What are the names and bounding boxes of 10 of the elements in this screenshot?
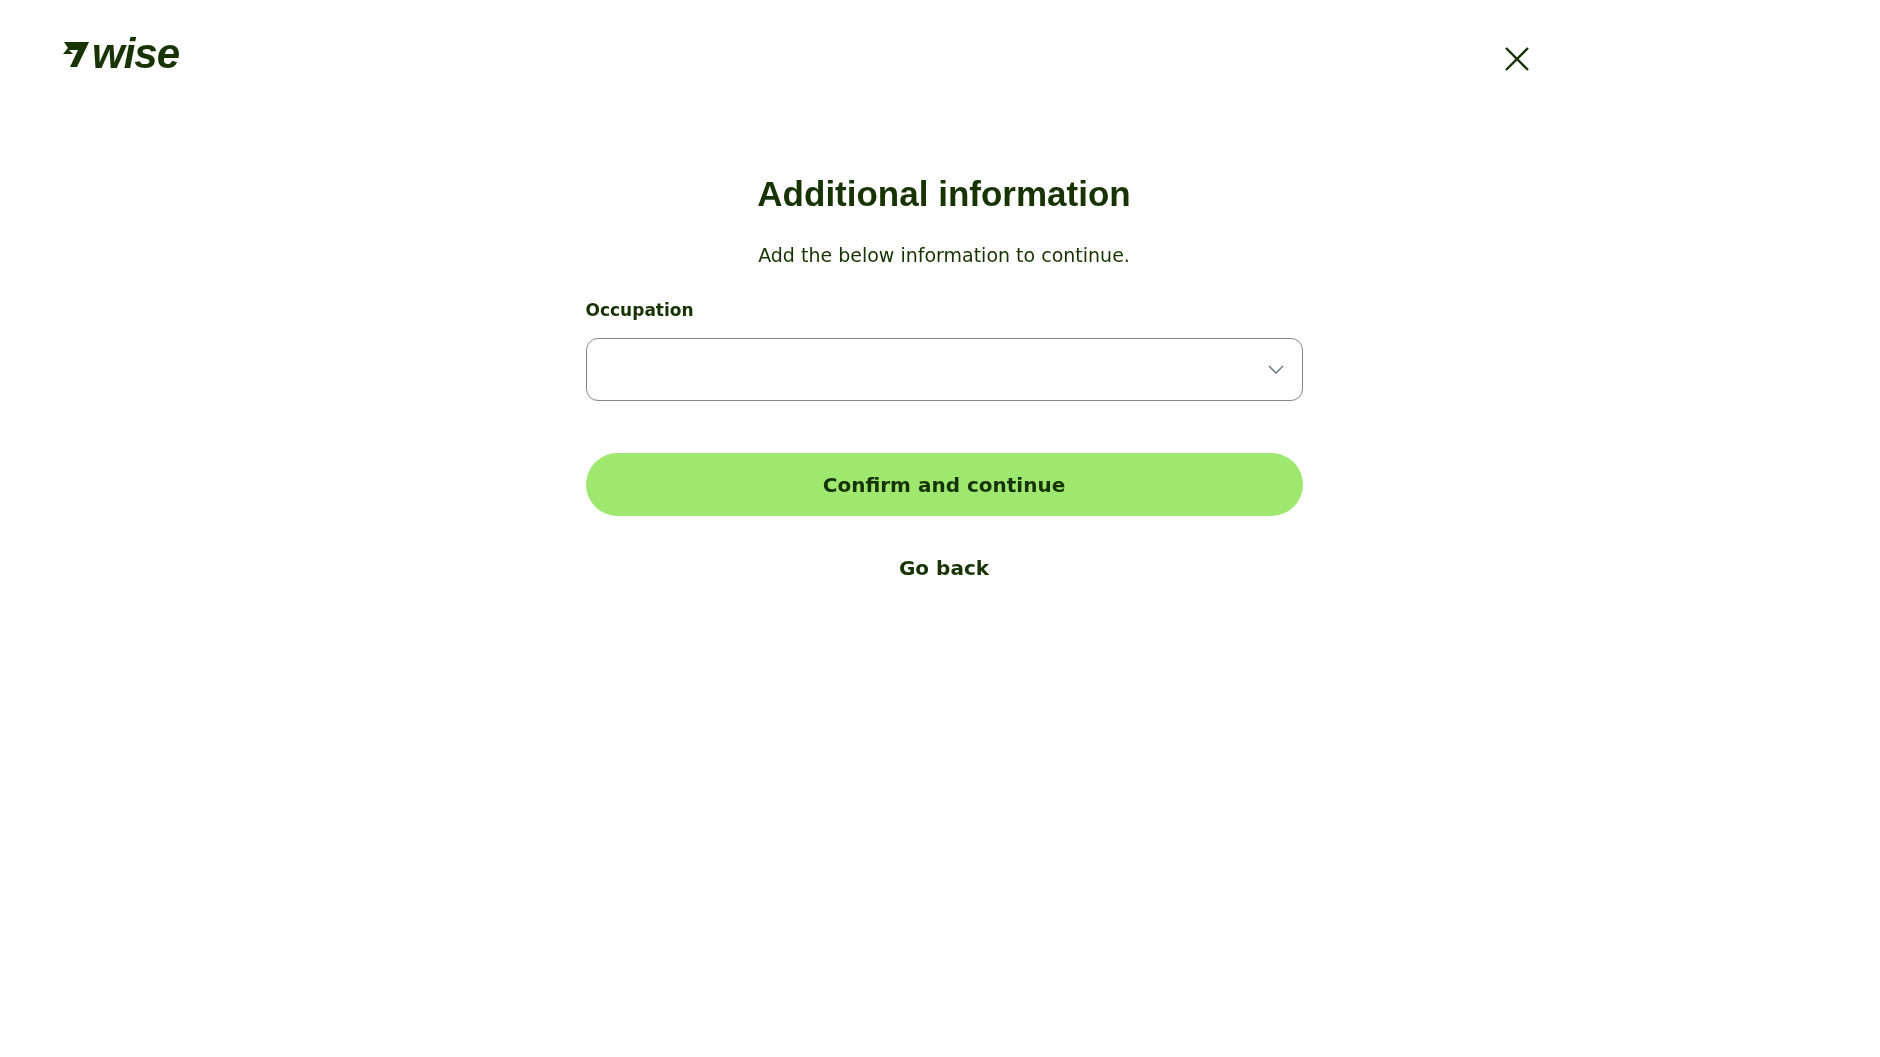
confirm-button[interactable]: Confirm and continue bbox=[585, 453, 1303, 516]
wise-logo[interactable]: wise bbox=[60, 34, 180, 74]
chevron-down-icon bbox=[1267, 364, 1284, 375]
subtitle: Add the below information to continue. bbox=[758, 243, 1130, 268]
occupation-dropdown[interactable] bbox=[585, 338, 1303, 401]
page-title: Additional information bbox=[757, 173, 1131, 215]
back-link[interactable]: Go back bbox=[898, 556, 990, 580]
field-label: Occupation bbox=[585, 299, 694, 322]
close-icon[interactable] bbox=[1504, 46, 1530, 72]
flag-icon bbox=[60, 40, 90, 68]
